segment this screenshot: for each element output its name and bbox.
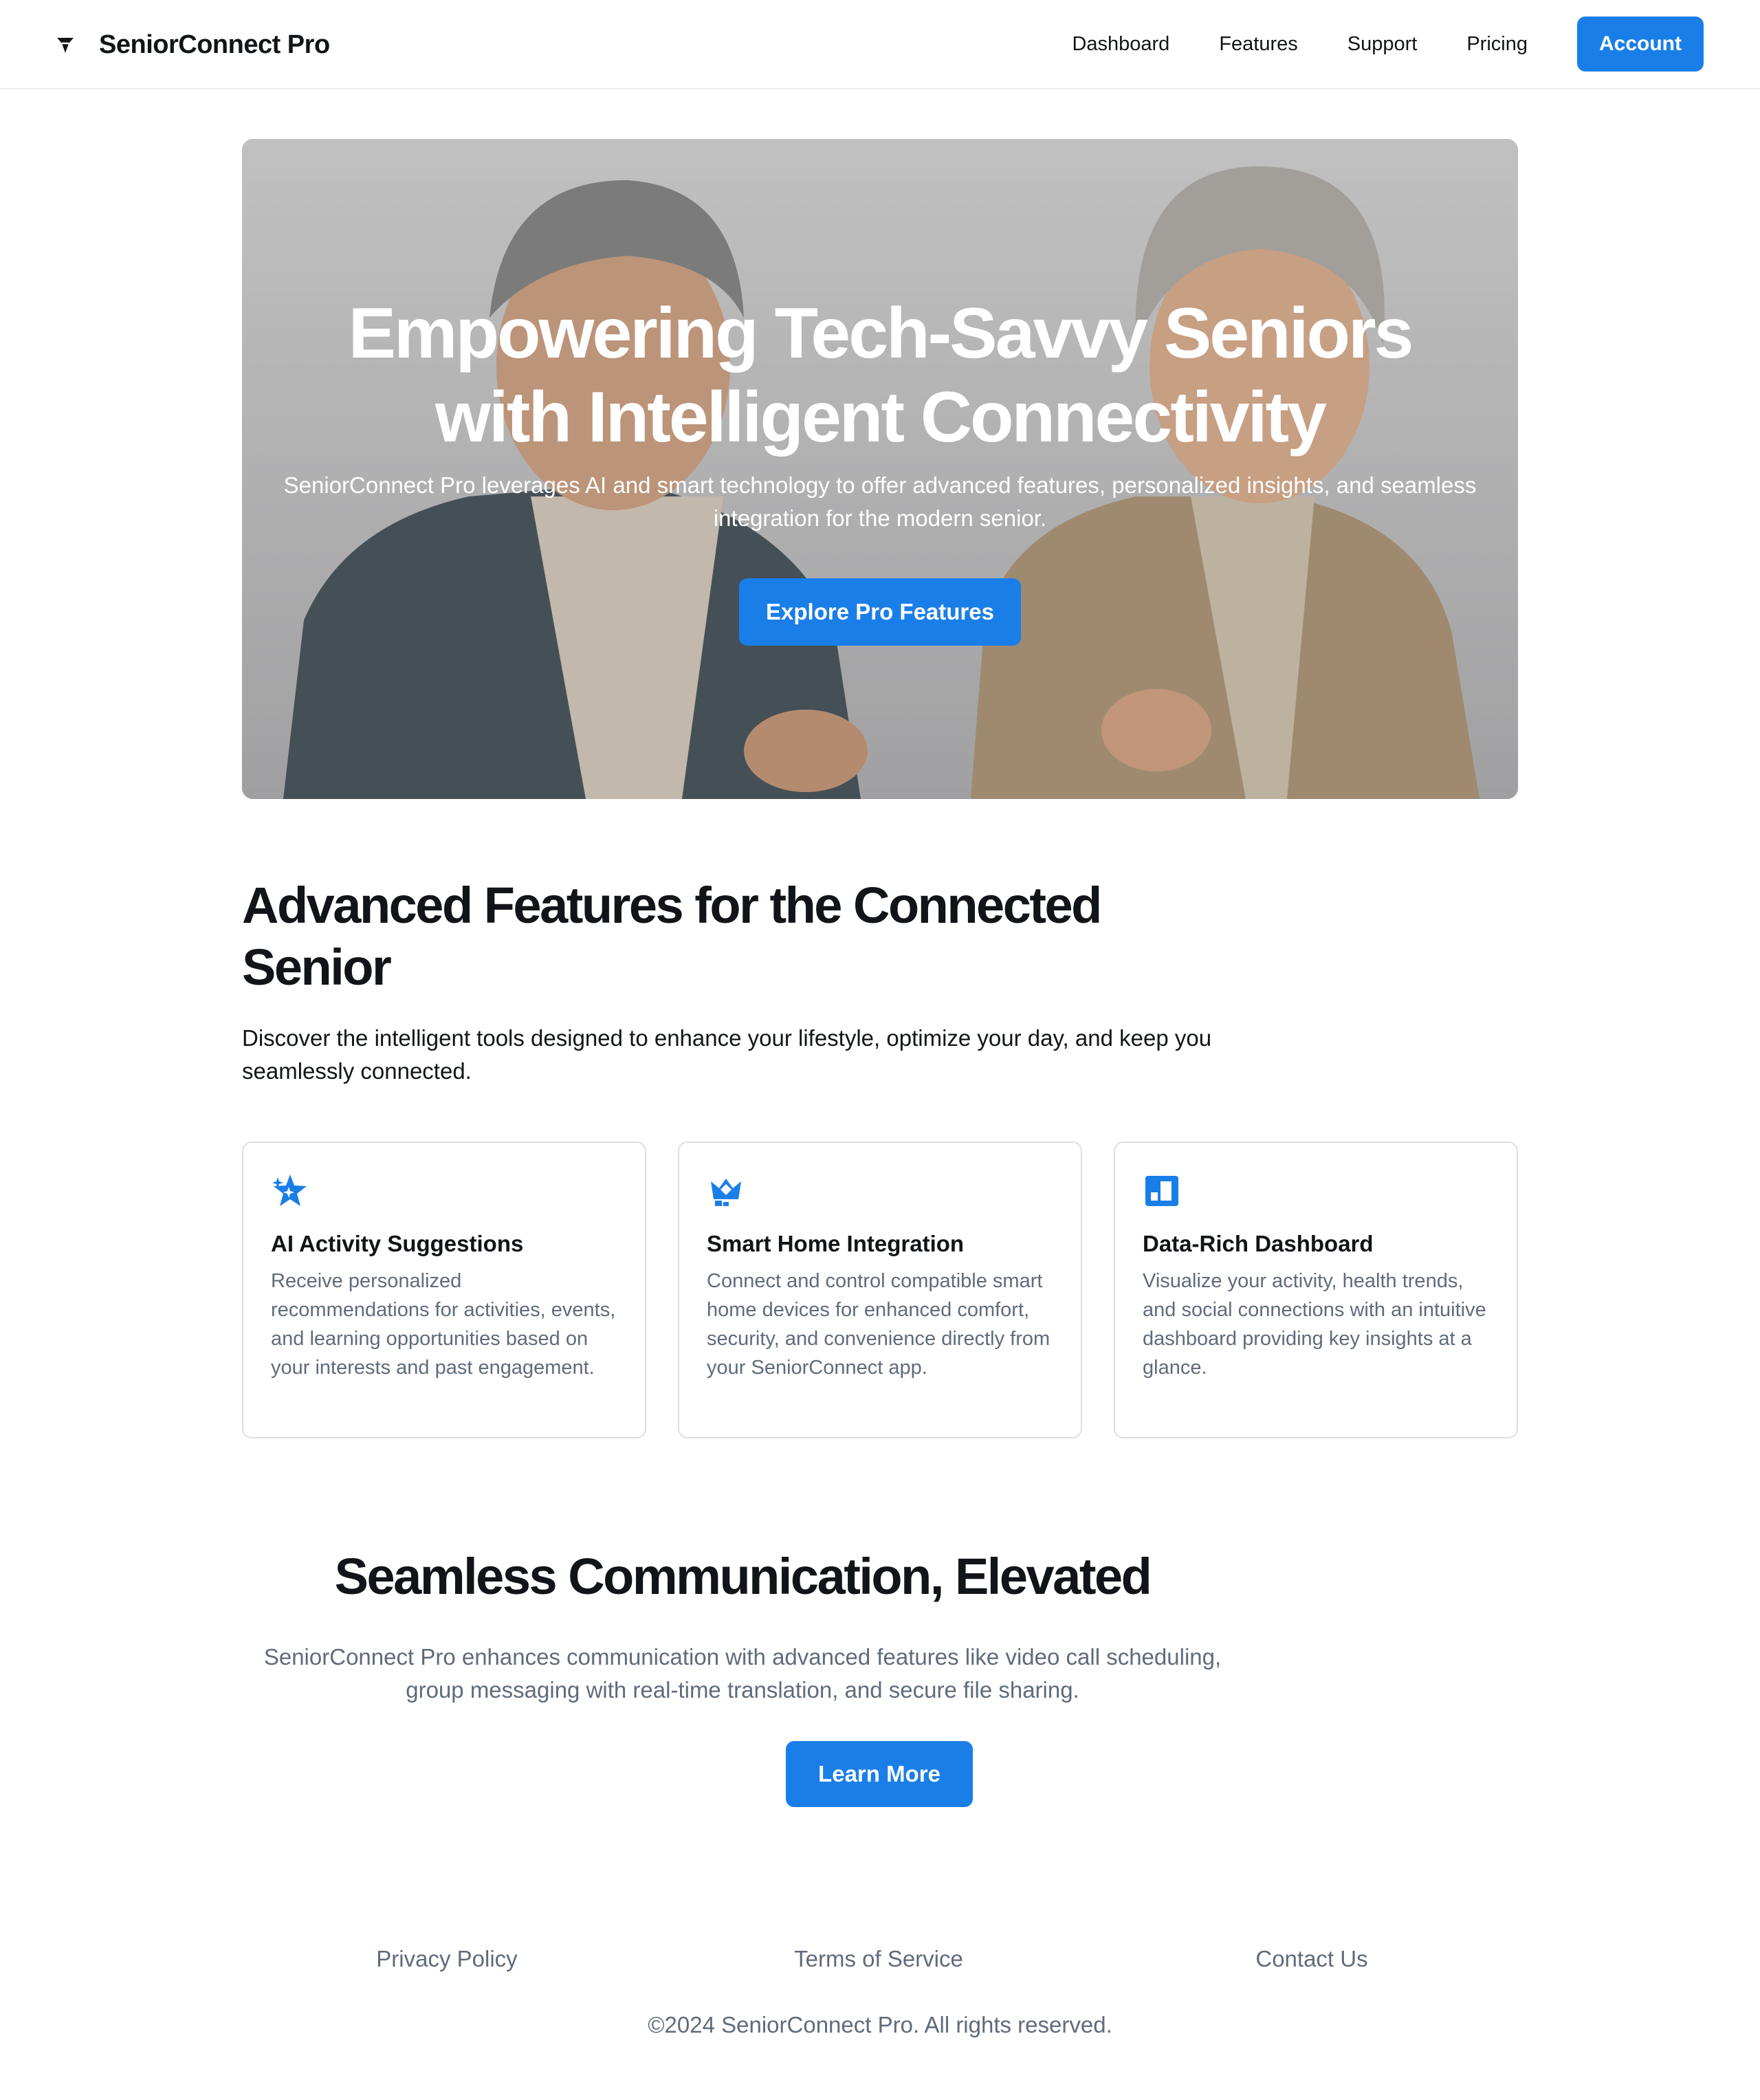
footer-link-contact[interactable]: Contact Us	[1167, 1946, 1456, 1972]
learn-more-button[interactable]: Learn More	[786, 1741, 973, 1807]
site-header: SeniorConnect Pro Dashboard Features Sup…	[0, 0, 1760, 89]
nav-link-features[interactable]: Features	[1219, 33, 1297, 56]
feature-card-description: Visualize your activity, health trends, …	[1143, 1270, 1486, 1379]
brand-logo-icon	[54, 33, 77, 56]
feature-cards: AI Activity Suggestions Receive personal…	[242, 1141, 1518, 1439]
footer-link-terms[interactable]: Terms of Service	[734, 1946, 1023, 1972]
brand[interactable]: SeniorConnect Pro	[54, 28, 330, 62]
feature-card-ai-activity[interactable]: AI Activity Suggestions Receive personal…	[242, 1141, 646, 1439]
hero-banner: Empowering Tech-Savvy Seniors with Intel…	[242, 139, 1518, 799]
feature-card-title: Data-Rich Dashboard	[1143, 1231, 1374, 1256]
features-title: Advanced Features for the Connected Seni…	[242, 877, 1102, 996]
nav-link-pricing[interactable]: Pricing	[1466, 33, 1528, 56]
feature-card-description: Receive personalized recommendations for…	[271, 1270, 616, 1379]
dashboard-icon	[1143, 1172, 1181, 1210]
communication-title: Seamless Communication, Elevated	[334, 1548, 1152, 1605]
footer-link-privacy[interactable]: Privacy Policy	[302, 1946, 591, 1972]
communication-subtitle: SeniorConnect Pro enhances communication…	[263, 1644, 1222, 1703]
sparkle-star-icon	[271, 1172, 309, 1210]
copyright: ©2024 SeniorConnect Pro. All rights rese…	[648, 2012, 1112, 2037]
nav-link-support[interactable]: Support	[1348, 33, 1418, 56]
feature-card-title: Smart Home Integration	[707, 1231, 965, 1256]
brand-name: SeniorConnect Pro	[99, 30, 330, 59]
nav-link-dashboard[interactable]: Dashboard	[1072, 33, 1169, 56]
feature-card-description: Connect and control compatible smart hom…	[707, 1270, 1050, 1379]
smart-home-icon	[707, 1172, 745, 1210]
hero-subtitle: SeniorConnect Pro leverages AI and smart…	[283, 472, 1477, 531]
main-nav: Dashboard Features Support Pricing Accou…	[1072, 17, 1760, 72]
hero-title: Empowering Tech-Savvy Seniors with Intel…	[348, 294, 1414, 457]
feature-card-title: AI Activity Suggestions	[271, 1231, 524, 1256]
features-subtitle: Discover the intelligent tools designed …	[242, 1025, 1212, 1084]
account-button[interactable]: Account	[1577, 17, 1704, 72]
explore-pro-features-button[interactable]: Explore Pro Features	[739, 578, 1021, 646]
feature-card-dashboard[interactable]: Data-Rich Dashboard Visualize your activ…	[1114, 1141, 1518, 1439]
feature-card-smart-home[interactable]: Smart Home Integration Connect and contr…	[678, 1141, 1082, 1439]
